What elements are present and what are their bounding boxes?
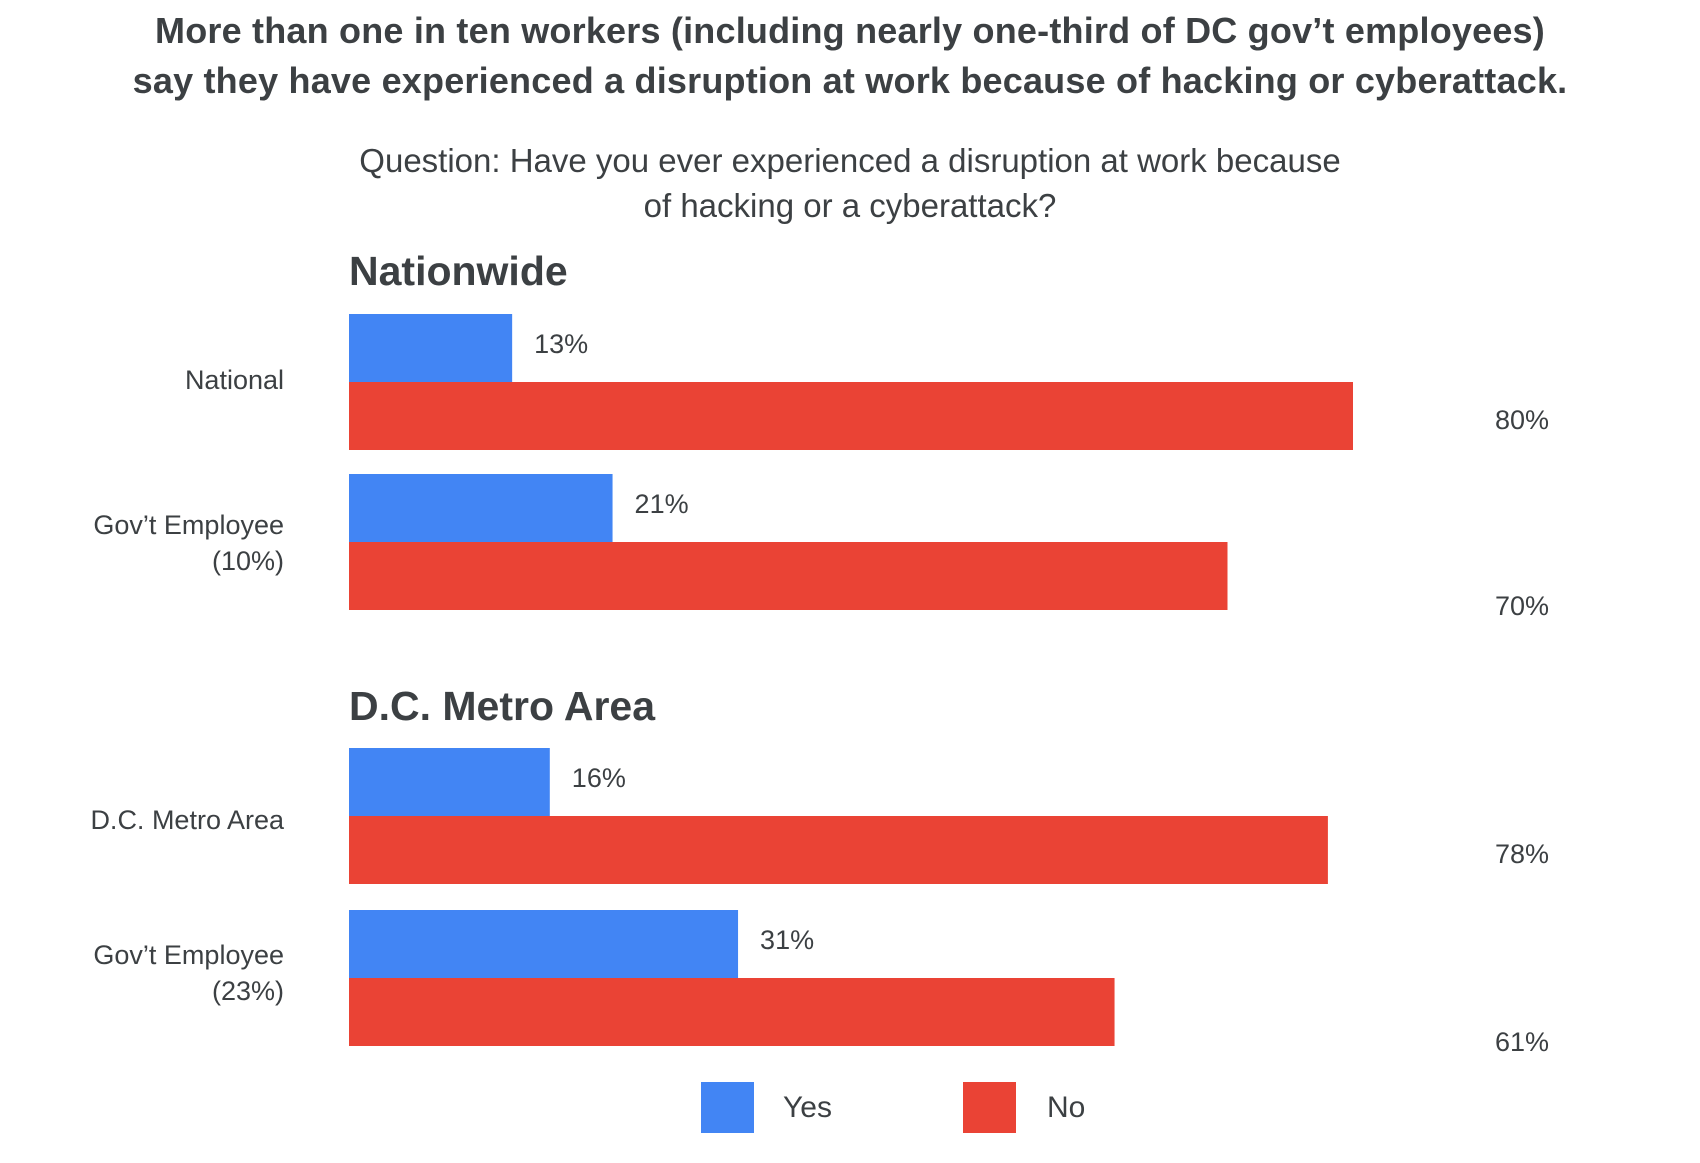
chart-subtitle: Question: Have you ever experienced a di… — [0, 138, 1700, 228]
bar-dc-metro-0-yes — [349, 748, 550, 816]
bar-dc-metro-1-yes — [349, 910, 739, 978]
value-label-govt-nationwide-yes: 21% — [634, 489, 689, 519]
legend-swatch-yes — [701, 1082, 754, 1133]
category-label-line: (10%) — [211, 546, 284, 576]
bar-nationwide-0-yes — [349, 314, 513, 382]
legend-label-yes: Yes — [783, 1091, 832, 1124]
category-label-line: D.C. Metro Area — [90, 805, 284, 835]
bar-dc-metro-0-no — [349, 816, 1328, 884]
bar-nationwide-1-no — [349, 542, 1228, 610]
category-label-dc-metro-area: D.C. Metro Area — [90, 802, 284, 838]
value-label-dc-metro-no: 78% — [1495, 839, 1550, 869]
chart-title: More than one in ten workers (including … — [0, 6, 1700, 106]
legend-swatch-no — [963, 1082, 1016, 1133]
category-label-line: Gov’t Employee — [93, 940, 284, 970]
value-label-national-no: 80% — [1495, 405, 1550, 435]
bar-nationwide-0-no — [349, 382, 1353, 450]
legend-label-no: No — [1047, 1091, 1086, 1124]
category-label-govt-employee-dc: Gov’t Employee (23%) — [93, 937, 284, 1009]
value-label-govt-dc-no: 61% — [1495, 1027, 1550, 1057]
section-title-dc-metro: D.C. Metro Area — [349, 683, 656, 729]
bar-dc-metro-1-no — [349, 978, 1115, 1046]
section-title-nationwide: Nationwide — [349, 248, 568, 294]
category-label-national: National — [185, 362, 284, 398]
bar-nationwide-1-yes — [349, 474, 613, 542]
category-label-line: (23%) — [211, 976, 284, 1006]
value-label-govt-dc-yes: 31% — [760, 925, 815, 955]
value-label-dc-metro-yes: 16% — [571, 763, 626, 793]
category-label-line: National — [184, 365, 284, 395]
chart-title-line-1: More than one in ten workers (including … — [155, 10, 1545, 51]
value-label-national-yes: 13% — [534, 329, 589, 359]
category-label-govt-employee-nationwide: Gov’t Employee (10%) — [93, 507, 284, 579]
chart-subtitle-line-1: Question: Have you ever experienced a di… — [359, 142, 1341, 179]
chart-title-line-2: say they have experienced a disruption a… — [132, 60, 1568, 101]
category-label-line: Gov’t Employee — [93, 510, 284, 540]
chart-subtitle-line-2: of hacking or a cyberattack? — [643, 187, 1057, 224]
value-label-govt-nationwide-no: 70% — [1495, 591, 1550, 621]
